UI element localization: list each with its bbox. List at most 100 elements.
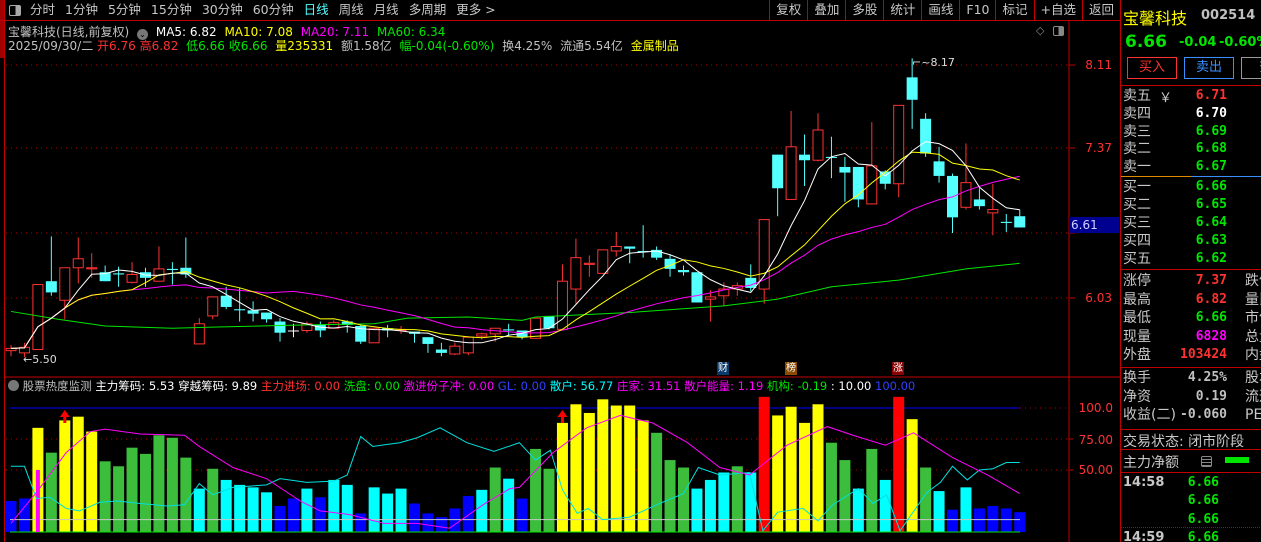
indicator-value: 100.00 (875, 379, 916, 393)
event-tag-list[interactable]: 榜 (785, 362, 797, 375)
candle-body-down (247, 310, 259, 314)
candle-body-up (126, 273, 138, 283)
indicator-bar (274, 505, 286, 532)
candle-body-up (462, 336, 474, 354)
tick-price: 6.66 (1187, 511, 1219, 527)
indicator-bar (18, 498, 30, 532)
stock-name: 宝馨科技 (1123, 9, 1188, 28)
stat-row: 外盘 103424 内盘 (1123, 346, 1261, 364)
dropdown-circle-icon[interactable] (8, 380, 19, 391)
buy-button[interactable]: 买入 (1127, 57, 1177, 79)
row-value: 4.25% (1187, 370, 1227, 385)
indicator-bar (86, 431, 98, 532)
indicator-axis-label: 50.00 (1078, 463, 1113, 477)
list-icon[interactable] (1201, 456, 1212, 467)
indicator-bar (691, 488, 703, 532)
price-change-pct: -0.60% (1219, 35, 1261, 50)
row-extra: 股本 (1245, 370, 1261, 386)
row-label: 净资 (1123, 388, 1151, 405)
candle-body-down (166, 268, 178, 270)
row-label: 外盘 (1123, 347, 1151, 364)
indicator-bar (462, 496, 474, 532)
price-axis-label: 6.03 (1085, 291, 1112, 305)
row-value: 6.82 (1195, 291, 1227, 307)
bid-row: 买二 6.65 (1123, 196, 1261, 214)
candle-body-up (32, 284, 44, 351)
indicator-bar (193, 488, 205, 532)
row-label: 买二 (1123, 197, 1151, 213)
row-value: 6.65 (1195, 197, 1227, 212)
candle-body-up (583, 262, 595, 265)
candle-body-down (839, 166, 851, 173)
indicator-bar (409, 503, 420, 532)
indicator-bar (516, 498, 528, 532)
tick-time: 14:58 (1123, 475, 1165, 490)
indicator-bar (166, 437, 178, 532)
indicator-bar (825, 442, 837, 532)
tick-price: 6.66 (1187, 529, 1219, 542)
tick-price: 6.66 (1187, 493, 1219, 509)
indicator-bar (382, 493, 394, 532)
indicator-bar (597, 399, 609, 532)
event-tag-limit[interactable]: 涨 (892, 362, 904, 375)
indicator-bar (812, 404, 824, 532)
row-label: 买三 (1123, 215, 1151, 231)
ask-row: 卖五 6.71 (1123, 87, 1261, 105)
row-label: 卖二 (1123, 141, 1151, 158)
high-annotation-label: 8.17 (930, 56, 955, 69)
row-value: 6.67 (1195, 159, 1227, 175)
candle-body-down (45, 281, 57, 293)
candle-body-down (678, 270, 689, 273)
indicator-bar (72, 416, 84, 532)
sell-button[interactable]: 卖出 (1184, 57, 1234, 79)
tick-row: 14:59 6.66 (1123, 529, 1261, 542)
indicator-bar (301, 488, 313, 532)
candle-body-up (704, 296, 716, 300)
indicator-bar (960, 487, 972, 532)
indicator-bar (852, 488, 864, 532)
indicator-bar (570, 404, 582, 532)
indicator-bar (113, 466, 125, 532)
indicator-bar (624, 405, 636, 532)
quote-panel: 宝馨科技 002514 6.66 -0.04 -0.60% 买入 卖出 查 卖五… (1120, 0, 1261, 542)
row-value: 6.64 (1195, 215, 1227, 230)
row-value: 6.66 (1195, 310, 1227, 326)
stat-row: 收益(二)-0.060 PE(动) (1123, 406, 1261, 424)
candle-body-down (624, 246, 636, 249)
price-axis-label: 8.11 (1085, 58, 1112, 72)
candle-body-down (274, 321, 286, 333)
row-extra: 总量 (1245, 328, 1261, 345)
row-value: 6.70 (1195, 105, 1227, 121)
query-button[interactable]: 查 (1241, 57, 1261, 79)
candle-body-down (906, 77, 918, 100)
row-value: 6.71 (1195, 88, 1227, 103)
candle-body-down (220, 295, 232, 307)
indicator-bar (610, 405, 622, 532)
trade-status: 交易状态: 闭市阶段 (1123, 434, 1245, 450)
indicator-value: 穿越筹码: 9.89 (178, 379, 258, 393)
row-value: 6.69 (1195, 123, 1227, 139)
indicator-bar (59, 420, 71, 532)
candle-body-up (59, 267, 71, 301)
row-extra: 流通 (1245, 388, 1261, 405)
indicator-bar (368, 487, 380, 532)
row-label: 涨停 (1123, 273, 1151, 289)
row-value: 6.68 (1195, 141, 1227, 157)
candle-body-up (556, 280, 568, 330)
candle-body-down (799, 154, 811, 161)
indicator-bar (503, 478, 515, 532)
event-tag-finance[interactable]: 财 (717, 362, 729, 375)
stat-row: 最低 6.66 市值 (1123, 309, 1261, 327)
indicator-bar (678, 467, 689, 532)
candle-body-up (193, 323, 205, 345)
stat-row: 涨停 7.37 跌停 (1123, 272, 1261, 290)
indicator-value: 机构: -0.19 (766, 379, 828, 393)
row-label: 卖五 (1123, 88, 1151, 104)
indicator-bar (476, 489, 488, 532)
indicator-bar (731, 466, 743, 532)
kline-chart[interactable] (0, 0, 1120, 542)
row-label: 现量 (1123, 328, 1151, 345)
indicator-bar (1000, 508, 1012, 532)
candle-body-down (1000, 221, 1012, 223)
candle-body-up (785, 146, 797, 200)
